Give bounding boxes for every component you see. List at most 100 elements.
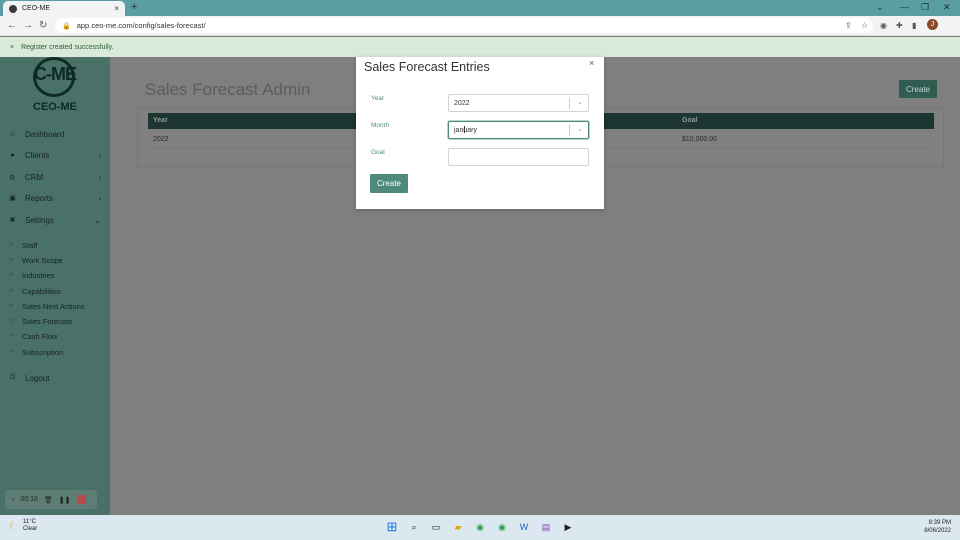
report-icon: ▣ bbox=[9, 195, 16, 202]
stop-icon[interactable] bbox=[76, 495, 86, 504]
share-icon[interactable]: ⇪ bbox=[845, 21, 852, 30]
month-select[interactable]: january ⌄ bbox=[448, 121, 589, 139]
restore-icon[interactable]: ❐ bbox=[921, 2, 929, 13]
back-icon[interactable]: ← bbox=[7, 20, 17, 31]
sidebar-subitem-industries[interactable]: ○ Industries bbox=[0, 269, 110, 281]
search-icon[interactable]: ⌕ bbox=[407, 520, 421, 534]
logo-text: CEO-ME bbox=[33, 101, 77, 113]
goal-input[interactable] bbox=[448, 148, 589, 166]
chrome-profile-icon[interactable]: ◉ bbox=[495, 520, 509, 534]
sidebar-subitem-work-scope[interactable]: ○ Work Scope bbox=[0, 254, 110, 266]
sidebar-item-settings[interactable]: ✖ Settings ⌄ bbox=[0, 213, 110, 227]
sidebar-item-label: Settings bbox=[25, 215, 54, 225]
bullet-icon: ○ bbox=[9, 333, 13, 339]
collapse-icon[interactable]: ‹ bbox=[12, 496, 14, 503]
pause-icon[interactable]: ❚❚ bbox=[59, 496, 71, 504]
tab-title: CEO-ME bbox=[22, 5, 50, 12]
chrome-icon[interactable]: ◉ bbox=[473, 520, 487, 534]
sidebar-item-label: Dashboard bbox=[25, 129, 65, 139]
sales-forecast-modal: Sales Forecast Entries × Year 2022 ⌄ Mon… bbox=[356, 57, 604, 209]
chart-icon: ⊵ bbox=[9, 174, 16, 181]
address-bar[interactable]: 🔒 app.ceo-me.com/config/sales-forecast/ bbox=[55, 18, 873, 33]
users-icon: ● bbox=[10, 151, 15, 159]
bullet-icon: ○ bbox=[9, 242, 13, 248]
subitem-label: Staff bbox=[22, 240, 38, 250]
modal-close-icon[interactable]: × bbox=[589, 58, 594, 68]
browser-toolbar: ← → ↻ 🔒 app.ceo-me.com/config/sales-fore… bbox=[0, 16, 960, 36]
sidebar-subitem-sales-next-actions[interactable]: ○ Sales Next Actions bbox=[0, 300, 110, 312]
browser-tab[interactable]: CEO-ME × bbox=[3, 1, 125, 16]
moon-icon: ☾ bbox=[9, 520, 18, 532]
ceo-me-logo[interactable]: C-ME CEO-ME bbox=[28, 57, 82, 117]
modal-create-button[interactable]: Create bbox=[370, 174, 408, 193]
media-player-icon[interactable]: ▶ bbox=[561, 520, 575, 534]
recorder-widget: ‹ 00:18 🗑 ❚❚ bbox=[5, 490, 97, 509]
recorder-time: 00:18 bbox=[20, 496, 38, 503]
bullet-icon: ○ bbox=[9, 272, 13, 278]
sidebar-item-label: CRM bbox=[25, 172, 44, 182]
flash-close-icon[interactable]: × bbox=[10, 44, 14, 51]
trash-icon[interactable]: 🗑 bbox=[44, 496, 53, 504]
sidebar-subitem-staff[interactable]: ○ Staff bbox=[0, 239, 110, 251]
column-header-goal: Goal bbox=[682, 117, 698, 124]
system-clock[interactable]: 8:39 PM 8/06/2022 bbox=[924, 519, 951, 535]
subitem-label: Work Scope bbox=[22, 255, 63, 265]
url-text: app.ceo-me.com/config/sales-forecast/ bbox=[76, 21, 206, 30]
sidepanel-icon[interactable]: ▮ bbox=[912, 21, 916, 30]
windows-start-icon[interactable]: ⊞ bbox=[385, 520, 399, 534]
home-icon: ⌂ bbox=[10, 130, 15, 138]
file-explorer-icon[interactable]: ▰ bbox=[451, 520, 465, 534]
year-select[interactable]: 2022 ⌄ bbox=[448, 94, 589, 112]
reload-icon[interactable]: ↻ bbox=[39, 20, 47, 31]
bullet-icon: ○ bbox=[9, 318, 13, 324]
subitem-label: Cash Flow bbox=[22, 331, 58, 341]
taskbar: ☾ 11°C Clear ⊞ ⌕ ▭ ▰ ◉ ◉ W ▤ ▶ 8:39 PM 8… bbox=[0, 515, 960, 540]
chevron-right-icon: › bbox=[98, 172, 101, 182]
word-icon[interactable]: W bbox=[517, 520, 531, 534]
sidebar-subitem-sales-forecast[interactable]: ○ Sales Forecast bbox=[0, 315, 110, 327]
chevron-down-icon: ⌄ bbox=[577, 99, 583, 106]
sidebar-subitem-subscription[interactable]: ○ Subscription bbox=[0, 346, 110, 358]
weather-widget[interactable]: ☾ 11°C Clear bbox=[9, 519, 37, 533]
sidebar-item-dashboard[interactable]: ⌂ Dashboard bbox=[0, 127, 110, 141]
puzzle-icon[interactable]: ✚ bbox=[896, 21, 903, 30]
forward-icon[interactable]: → bbox=[23, 20, 33, 31]
text-cursor-icon: I bbox=[463, 125, 466, 136]
power-icon: ⏻ bbox=[9, 374, 16, 381]
bookmark-star-icon[interactable]: ☆ bbox=[861, 21, 868, 30]
clock-date: 8/06/2022 bbox=[924, 528, 951, 534]
tab-close-icon[interactable]: × bbox=[114, 4, 119, 13]
chevron-right-icon: › bbox=[98, 150, 101, 160]
sidebar-subitem-cash-flow[interactable]: ○ Cash Flow bbox=[0, 330, 110, 342]
success-flash: × Register created successfully. bbox=[0, 37, 960, 57]
lock-icon: 🔒 bbox=[62, 22, 71, 30]
sidebar-subitem-capabilities[interactable]: ○ Capabilities bbox=[0, 285, 110, 297]
bullet-icon: ○ bbox=[9, 349, 13, 355]
task-view-icon[interactable]: ▭ bbox=[429, 520, 443, 534]
tab-search-chevron-icon[interactable]: ⌄ bbox=[876, 2, 884, 13]
sidebar-item-label: Clients bbox=[25, 150, 50, 160]
browser-tab-bar: CEO-ME × + ⌄ — ❐ ✕ bbox=[0, 0, 960, 16]
flash-message: Register created successfully. bbox=[21, 43, 114, 51]
goal-label: Goal bbox=[371, 149, 385, 156]
subitem-label: Capabilities bbox=[22, 286, 61, 296]
wrench-icon: ✖ bbox=[9, 217, 16, 224]
column-header-year: Year bbox=[153, 117, 168, 124]
sidebar-item-logout[interactable]: ⏻ Logout bbox=[0, 371, 110, 385]
new-tab-button[interactable]: + bbox=[131, 1, 137, 13]
sidebar-item-crm[interactable]: ⊵ CRM › bbox=[0, 170, 110, 184]
create-button[interactable]: Create bbox=[899, 80, 937, 98]
select-separator bbox=[569, 98, 570, 109]
profile-avatar[interactable]: J bbox=[927, 19, 938, 30]
sidebar-item-label: Logout bbox=[25, 373, 50, 383]
page-title: Sales Forecast Admin bbox=[145, 80, 311, 99]
window-close-icon[interactable]: ✕ bbox=[943, 2, 951, 13]
sidebar-item-reports[interactable]: ▣ Reports › bbox=[0, 191, 110, 205]
bullet-icon: ○ bbox=[9, 303, 13, 309]
minimize-icon[interactable]: — bbox=[900, 2, 909, 12]
sidebar-item-clients[interactable]: ● Clients › bbox=[0, 148, 110, 162]
extension-icon[interactable]: ◉ bbox=[880, 21, 887, 30]
app-icon[interactable]: ▤ bbox=[539, 520, 553, 534]
modal-title: Sales Forecast Entries bbox=[364, 60, 490, 74]
sidebar: C-ME CEO-ME ⌂ Dashboard ● Clients › ⊵ CR… bbox=[0, 57, 110, 515]
